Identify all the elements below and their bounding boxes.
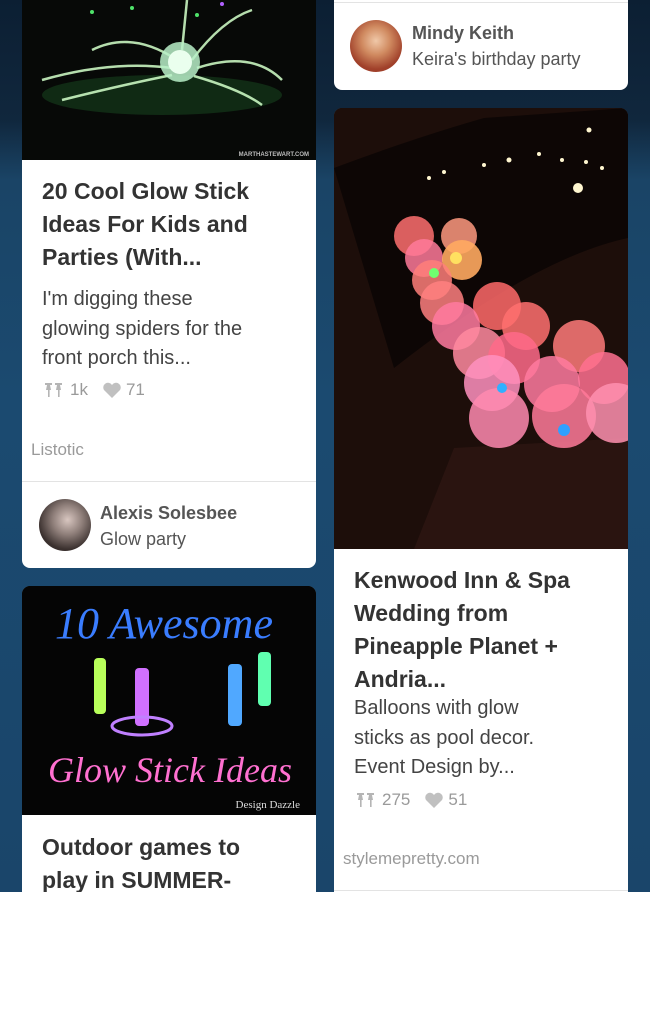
pin-image[interactable] — [334, 108, 628, 549]
pin-card[interactable]: MARTHASTEWART.COM 20 Cool Glow Stick Ide… — [22, 0, 316, 568]
image-credit: Design Dazzle — [236, 799, 301, 811]
pin-card[interactable]: Kenwood Inn & Spa Wedding from Pineapple… — [334, 108, 628, 892]
pin-card-attribution[interactable]: Mindy Keith Keira's birthday party — [334, 0, 628, 90]
glowing-balloons-image — [334, 108, 628, 549]
pin-icon — [42, 382, 66, 398]
repin-count: 275 — [382, 790, 411, 809]
divider — [22, 481, 316, 482]
repin-count: 1k — [70, 380, 88, 399]
glowing-spider-image: MARTHASTEWART.COM — [22, 0, 316, 160]
image-watermark: MARTHASTEWART.COM — [239, 152, 309, 158]
pin-description: Balloons with glow sticks as pool decor.… — [354, 697, 535, 778]
pin-stats: 1k 71 — [42, 380, 159, 400]
image-subheading: Glow Stick Ideas — [48, 750, 292, 790]
board-name[interactable]: Keira's birthday party — [412, 49, 581, 70]
like-count: 71 — [125, 380, 145, 399]
pin-image[interactable]: 10 Awesome Glow Stick Ideas Design Dazzl… — [22, 586, 316, 815]
pin-title[interactable]: 20 Cool Glow Stick Ideas For Kids and Pa… — [42, 175, 300, 274]
pin-source[interactable]: stylemepretty.com — [343, 849, 480, 869]
board-name[interactable]: Glow party — [100, 529, 186, 550]
pinner-name[interactable]: Alexis Solesbee — [100, 503, 237, 524]
heart-icon[interactable] — [424, 792, 444, 809]
heart-icon[interactable] — [102, 382, 122, 399]
avatar[interactable] — [350, 20, 402, 72]
pin-image[interactable]: MARTHASTEWART.COM — [22, 0, 316, 160]
pin-icon — [354, 792, 378, 808]
pin-description: I'm digging these glowing spiders for th… — [42, 288, 243, 369]
like-count: 51 — [448, 790, 468, 809]
divider — [334, 890, 628, 891]
pin-feed: MARTHASTEWART.COM 20 Cool Glow Stick Ide… — [0, 0, 650, 892]
pin-card[interactable]: 10 Awesome Glow Stick Ideas Design Dazzl… — [22, 586, 316, 892]
avatar[interactable] — [39, 499, 91, 551]
image-heading: 10 Awesome — [55, 599, 273, 648]
pinner-name[interactable]: Mindy Keith — [412, 23, 514, 44]
pin-title[interactable]: Kenwood Inn & Spa Wedding from Pineapple… — [354, 564, 612, 696]
divider — [334, 2, 628, 3]
pin-stats: 275 51 — [354, 790, 481, 810]
pin-title[interactable]: Outdoor games to play in SUMMER- — [42, 831, 300, 892]
pin-source[interactable]: Listotic — [31, 440, 84, 460]
glow-stick-ideas-image: 10 Awesome Glow Stick Ideas Design Dazzl… — [22, 586, 316, 815]
